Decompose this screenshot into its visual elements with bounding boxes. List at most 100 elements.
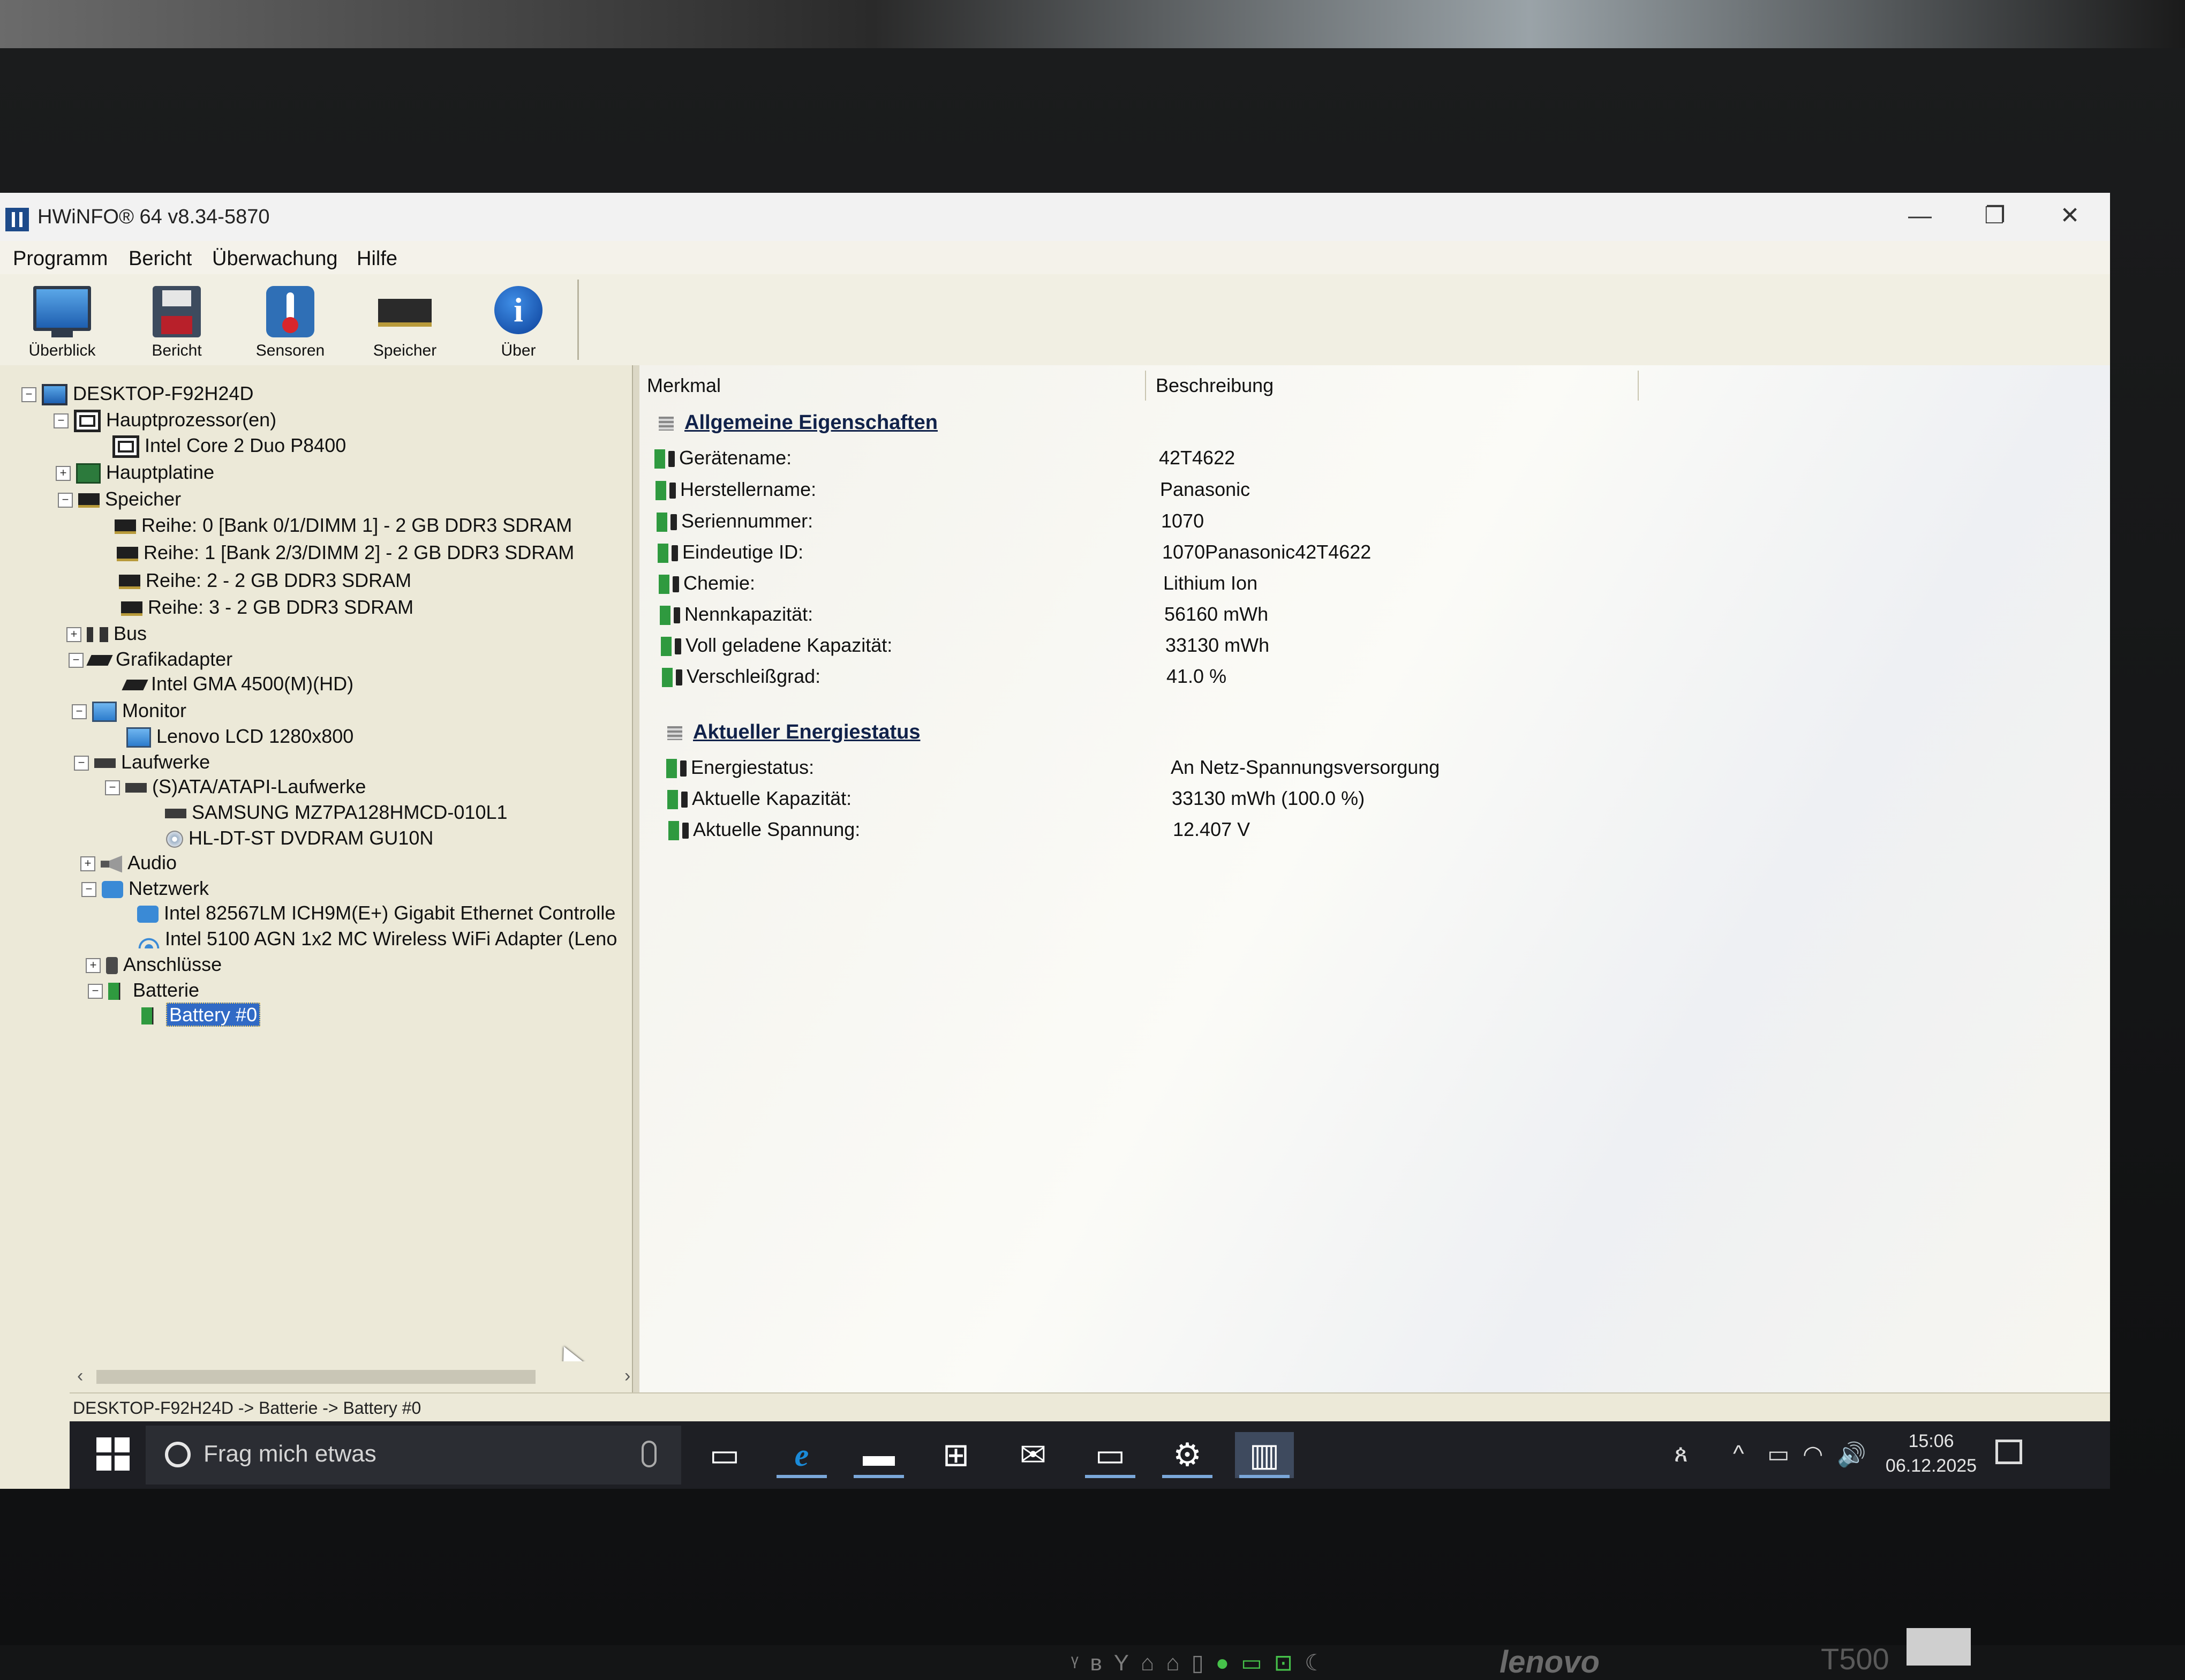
graphics-card-icon	[122, 680, 148, 691]
taskbar: Frag mich etwas ▭ e ▬ ⊞ ✉ ▭ ⚙ ▥ ጰ ^ ▭ ◠ …	[70, 1421, 2110, 1489]
expand-icon[interactable]: +	[86, 958, 101, 974]
task-view-icon[interactable]: ▭	[695, 1432, 754, 1478]
battery-icon	[660, 606, 670, 626]
tree-node-ram-2[interactable]: Reihe: 2 - 2 GB DDR3 SDRAM	[119, 567, 411, 594]
battery-icon	[658, 544, 668, 563]
tree-node-battery-group[interactable]: − Batterie	[88, 977, 199, 1004]
mail-icon[interactable]: ✉	[1004, 1432, 1063, 1478]
menu-programm[interactable]: Programm	[13, 247, 108, 270]
tree-node-drives[interactable]: − Laufwerke	[74, 749, 210, 775]
tree-node-gpu[interactable]: Intel GMA 4500(M)(HD)	[122, 671, 353, 697]
hwinfo-taskbar-icon[interactable]: ▥	[1235, 1432, 1294, 1478]
lenovo-logo: lenovo	[1500, 1645, 1600, 1679]
column-header-feature[interactable]: Merkmal	[639, 371, 1146, 401]
toolbar: Überblick Bericht Sensoren Speicher i Üb…	[0, 274, 2110, 366]
scrollbar-thumb[interactable]	[96, 1370, 536, 1384]
show-hidden-icons-chevron-icon[interactable]: ^	[1733, 1441, 1744, 1467]
tree-node-ssd[interactable]: SAMSUNG MZ7PA128HMCD-010L1	[165, 799, 508, 826]
battery-led-icon: ▭	[1241, 1650, 1274, 1675]
taskbar-search-box[interactable]: Frag mich etwas	[146, 1426, 681, 1485]
collapse-icon[interactable]: −	[72, 704, 87, 720]
battery-icon	[662, 668, 673, 688]
memory-button[interactable]: Speicher	[357, 280, 453, 365]
microphone-icon[interactable]	[642, 1441, 657, 1467]
battery-icon	[108, 983, 127, 1000]
menu-ueberwachung[interactable]: Überwachung	[212, 247, 337, 270]
collapse-icon[interactable]: −	[21, 387, 36, 403]
tree-node-ram-0[interactable]: Reihe: 0 [Bank 0/1/DIMM 1] - 2 GB DDR3 S…	[115, 512, 572, 539]
network-tray-icon[interactable]: ◠	[1803, 1441, 1823, 1468]
tree-horizontal-scrollbar[interactable]: ‹ ›	[70, 1366, 637, 1387]
remote-desktop-icon[interactable]: ▭	[1081, 1432, 1140, 1478]
expand-icon[interactable]: +	[66, 627, 81, 643]
tree-node-cpu[interactable]: Intel Core 2 Duo P8400	[112, 432, 346, 459]
about-button[interactable]: i Über	[470, 280, 567, 365]
sensors-button[interactable]: Sensoren	[242, 280, 338, 365]
tree-node-ram-3[interactable]: Reihe: 3 - 2 GB DDR3 SDRAM	[121, 594, 413, 621]
screen: HWiNFO® 64 v8.34-5870 — ❐ ✕ Programm Ber…	[0, 193, 2110, 1489]
tree-node-network[interactable]: − Netzwerk	[81, 875, 209, 902]
connector-icon	[106, 957, 118, 975]
report-button[interactable]: Bericht	[129, 280, 225, 365]
start-button[interactable]	[96, 1437, 131, 1472]
status-bar: DESKTOP-F92H24D -> Batterie -> Battery #…	[70, 1392, 2110, 1422]
battery-icon	[661, 637, 672, 657]
people-icon[interactable]: ጰ	[1674, 1441, 1688, 1467]
battery-tray-icon[interactable]: ▭	[1767, 1441, 1790, 1468]
menu-hilfe[interactable]: Hilfe	[357, 247, 397, 270]
close-button[interactable]: ✕	[2040, 197, 2099, 235]
ram-icon	[78, 493, 100, 508]
volume-icon[interactable]: 🔊	[1837, 1441, 1866, 1468]
restore-button[interactable]: ❐	[1965, 197, 2024, 235]
scroll-right-icon[interactable]: ›	[624, 1366, 630, 1387]
overview-button[interactable]: Überblick	[14, 280, 110, 365]
scroll-left-icon[interactable]: ‹	[77, 1366, 83, 1387]
tree-node-audio[interactable]: + Audio	[80, 849, 177, 876]
tree-node-root[interactable]: − DESKTOP-F92H24D	[21, 380, 253, 407]
menu-bar: Programm Bericht Überwachung Hilfe	[0, 241, 2110, 275]
action-center-icon[interactable]	[1995, 1440, 2022, 1464]
tree-node-monitor-group[interactable]: − Monitor	[72, 697, 186, 724]
collapse-icon[interactable]: −	[81, 882, 96, 898]
edge-browser-icon[interactable]: e	[772, 1432, 831, 1478]
tree-node-cpu-group[interactable]: − Hauptprozessor(en)	[54, 406, 276, 433]
collapse-icon[interactable]: −	[105, 780, 120, 796]
tree-node-dvd[interactable]: HL-DT-ST DVDRAM GU10N	[166, 825, 433, 852]
minimize-button[interactable]: —	[1890, 197, 1949, 235]
store-icon[interactable]: ⊞	[926, 1432, 985, 1478]
tree-node-ram-1[interactable]: Reihe: 1 [Bank 2/3/DIMM 2] - 2 GB DDR3 S…	[117, 539, 574, 566]
power-led-icon: ●	[1215, 1650, 1241, 1675]
expand-icon[interactable]: +	[80, 856, 95, 872]
file-explorer-icon[interactable]: ▬	[849, 1432, 908, 1478]
collapse-icon[interactable]: −	[58, 493, 73, 508]
tree-node-memory[interactable]: − Speicher	[58, 486, 181, 513]
mouse-cursor-icon	[553, 1341, 585, 1361]
monitor-icon	[126, 727, 151, 748]
tree-node-gpu-group[interactable]: − Grafikadapter	[69, 646, 232, 673]
tree-node-ports[interactable]: + Anschlüsse	[86, 951, 222, 978]
expand-icon[interactable]: +	[56, 466, 71, 481]
tree-node-ethernet[interactable]: Intel 82567LM ICH9M(E+) Gigabit Ethernet…	[137, 900, 615, 926]
collapse-icon[interactable]: −	[54, 413, 69, 429]
details-pane: Merkmal Beschreibung Allgemeine Eigensch…	[639, 365, 2110, 1393]
taskbar-clock[interactable]: 15:06 06.12.2025	[1883, 1429, 1979, 1478]
collapse-icon[interactable]: −	[74, 756, 89, 771]
status-leds: ᵞʙY⌂⌂▯●▭⊡☾	[1071, 1649, 1337, 1676]
window-title: HWiNFO® 64 v8.34-5870	[37, 206, 270, 228]
column-header-description[interactable]: Beschreibung	[1148, 371, 1639, 401]
wifi-icon	[138, 931, 160, 949]
battery-icon	[657, 513, 667, 532]
collapse-icon[interactable]: −	[69, 653, 84, 668]
section-general-properties: Allgemeine Eigenschaften	[659, 411, 938, 434]
tree-node-wifi[interactable]: Intel 5100 AGN 1x2 MC Wireless WiFi Adap…	[138, 925, 617, 952]
menu-bericht[interactable]: Bericht	[129, 247, 192, 270]
tree-node-ata[interactable]: − (S)ATA/ATAPI-Laufwerke	[105, 773, 366, 800]
collapse-icon[interactable]: −	[88, 984, 103, 999]
plug-icon	[672, 545, 678, 562]
tree-node-board[interactable]: + Hauptplatine	[56, 459, 214, 486]
tree-node-bus[interactable]: + Bus	[66, 620, 147, 647]
settings-gear-icon[interactable]: ⚙	[1158, 1432, 1217, 1478]
tree-node-battery[interactable]: Battery #0	[141, 1001, 261, 1028]
device-tree[interactable]: − DESKTOP-F92H24D − Hauptprozessor(en) Int…	[0, 365, 632, 1361]
tree-node-monitor[interactable]: Lenovo LCD 1280x800	[126, 723, 353, 750]
